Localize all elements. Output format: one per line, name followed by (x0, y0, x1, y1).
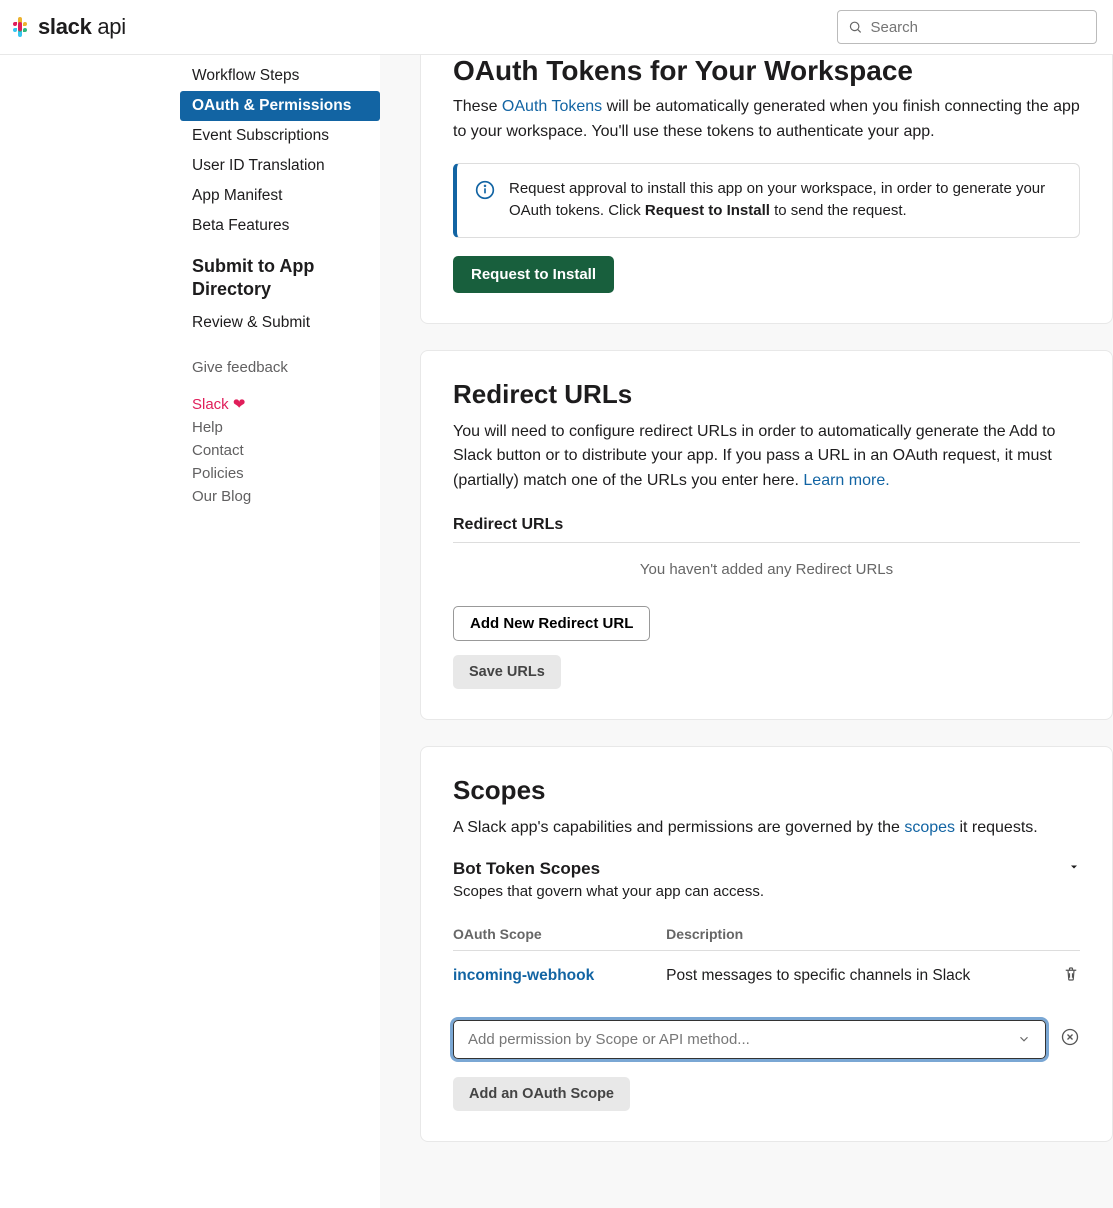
sidebar-heading-submit: Submit to App Directory (180, 241, 380, 308)
sidebar-item-oauth-permissions[interactable]: OAuth & Permissions (180, 91, 380, 121)
oauth-section-title: OAuth Tokens for Your Workspace (453, 55, 1080, 87)
trash-icon (1062, 965, 1080, 983)
chevron-down-icon (1017, 1032, 1031, 1046)
slack-logo-icon (8, 15, 32, 39)
footer-link-blog[interactable]: Our Blog (192, 485, 368, 508)
oauth-tokens-link[interactable]: OAuth Tokens (502, 98, 602, 115)
save-urls-button[interactable]: Save URLs (453, 655, 561, 689)
clear-combo-button[interactable] (1060, 1027, 1080, 1051)
scopes-link[interactable]: scopes (904, 819, 955, 836)
scopes-table: OAuth Scope Description incoming-webhook… (453, 918, 1080, 1002)
col-description: Description (666, 918, 1040, 951)
footer-link-help[interactable]: Help (192, 416, 368, 439)
scope-row: incoming-webhook Post messages to specif… (453, 950, 1080, 1002)
logo-text: slack api (38, 14, 126, 40)
combo-placeholder: Add permission by Scope or API method... (468, 1031, 750, 1048)
redirect-urls-card: Redirect URLs You will need to configure… (420, 350, 1113, 720)
oauth-tokens-card: OAuth Tokens for Your Workspace These OA… (420, 55, 1113, 324)
delete-scope-button[interactable] (1040, 950, 1080, 1002)
add-scope-combobox[interactable]: Add permission by Scope or API method... (453, 1020, 1046, 1059)
sidebar-item-event-subscriptions[interactable]: Event Subscriptions (180, 121, 380, 151)
search-icon (848, 19, 862, 35)
request-install-button[interactable]: Request to Install (453, 256, 614, 293)
bot-token-scopes-title: Bot Token Scopes (453, 859, 600, 879)
redirect-title: Redirect URLs (453, 379, 1080, 410)
info-banner: Request approval to install this app on … (453, 163, 1080, 238)
sidebar-item-user-id-translation[interactable]: User ID Translation (180, 151, 380, 181)
add-oauth-scope-button[interactable]: Add an OAuth Scope (453, 1077, 630, 1111)
scope-name-link[interactable]: incoming-webhook (453, 967, 594, 984)
app-header: slack api (0, 0, 1113, 55)
search-field[interactable] (870, 19, 1086, 36)
redirect-subhead: Redirect URLs (453, 516, 1080, 543)
heart-icon: ❤ (233, 396, 246, 413)
info-icon (475, 180, 495, 200)
footer-link-policies[interactable]: Policies (192, 462, 368, 485)
scope-description: Post messages to specific channels in Sl… (666, 950, 1040, 1002)
close-circle-icon (1060, 1027, 1080, 1047)
slack-heart-link[interactable]: Slack ❤ (192, 392, 368, 416)
redirect-desc: You will need to configure redirect URLs… (453, 420, 1080, 494)
scopes-desc: A Slack app's capabilities and permissio… (453, 816, 1080, 841)
sidebar-item-review-submit[interactable]: Review & Submit (180, 308, 380, 338)
footer-link-contact[interactable]: Contact (192, 439, 368, 462)
sidebar-item-app-manifest[interactable]: App Manifest (180, 181, 380, 211)
col-oauth-scope: OAuth Scope (453, 918, 666, 951)
search-input[interactable] (837, 10, 1097, 44)
redirect-empty-state: You haven't added any Redirect URLs (453, 543, 1080, 596)
bot-scopes-subtitle: Scopes that govern what your app can acc… (453, 883, 1080, 900)
add-redirect-url-button[interactable]: Add New Redirect URL (453, 606, 650, 641)
caret-down-icon[interactable] (1068, 860, 1080, 877)
main-content: OAuth Tokens for Your Workspace These OA… (380, 55, 1113, 1208)
sidebar-item-beta-features[interactable]: Beta Features (180, 211, 380, 241)
oauth-intro-text: These OAuth Tokens will be automatically… (453, 95, 1080, 145)
scopes-card: Scopes A Slack app's capabilities and pe… (420, 746, 1113, 1142)
scopes-title: Scopes (453, 775, 1080, 806)
give-feedback-link[interactable]: Give feedback (192, 356, 368, 392)
sidebar: Workflow Steps OAuth & Permissions Event… (0, 55, 380, 1208)
logo[interactable]: slack api (8, 14, 126, 40)
learn-more-link[interactable]: Learn more. (803, 472, 889, 489)
banner-text: Request approval to install this app on … (509, 178, 1061, 223)
sidebar-item-workflow-steps[interactable]: Workflow Steps (180, 61, 380, 91)
